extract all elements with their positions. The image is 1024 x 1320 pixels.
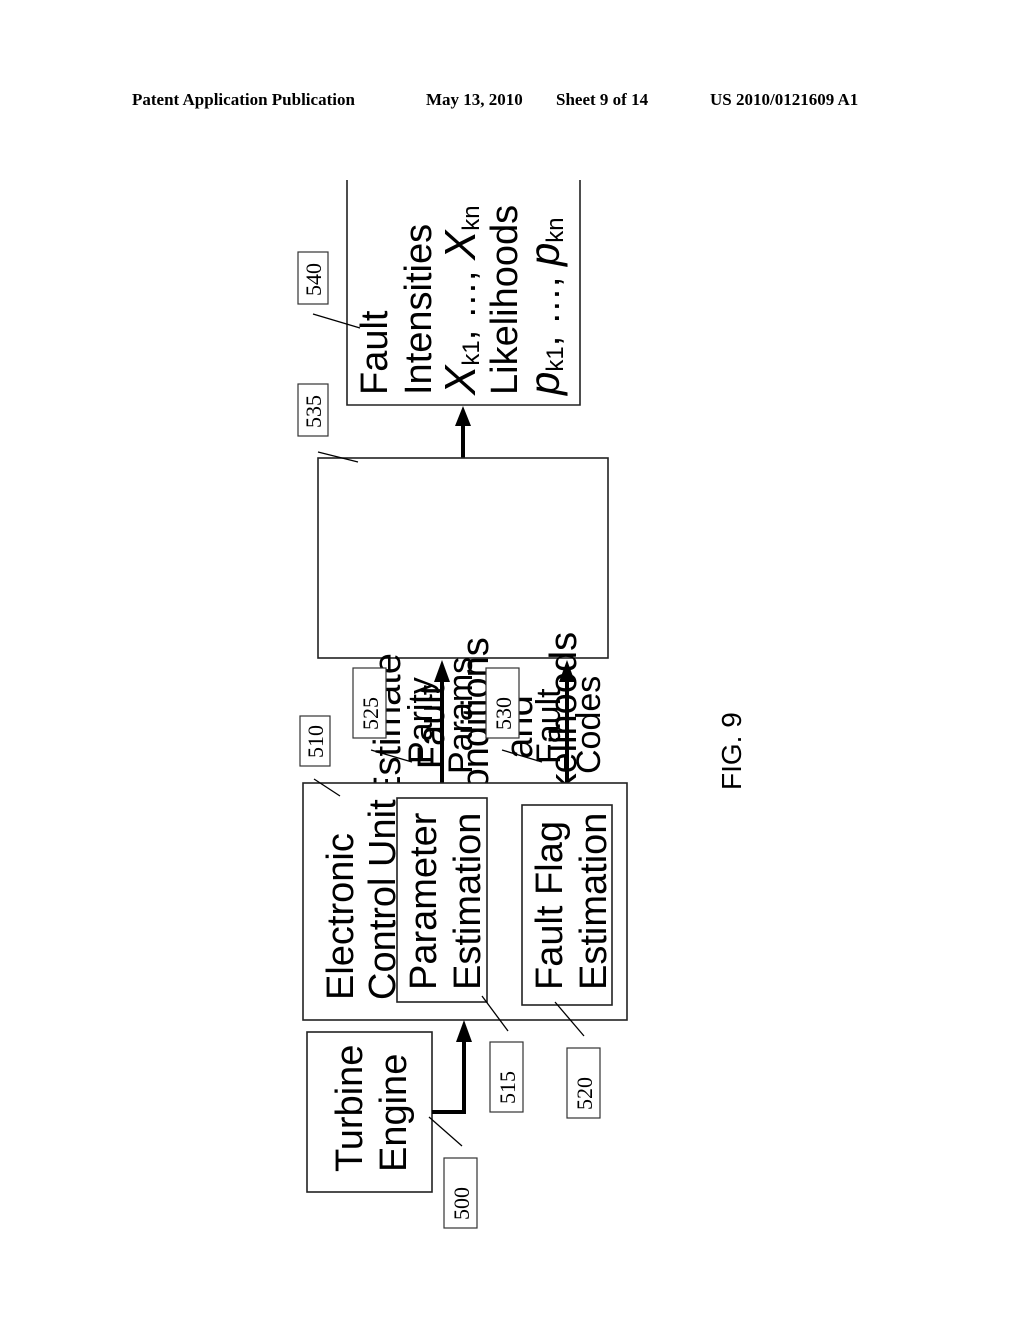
- ref-540: 540: [301, 263, 326, 296]
- parameter-estimation-line-1: Parameter: [403, 812, 445, 990]
- ref-510: 510: [303, 725, 328, 758]
- output-line-intensities: Intensities: [398, 224, 440, 395]
- arrowhead-turbine-to-ecu: [456, 1020, 472, 1042]
- ref-535: 535: [301, 395, 326, 428]
- leader-500: [428, 1116, 463, 1147]
- turbine-engine-block: Turbine Engine: [306, 1031, 433, 1193]
- output-line-x-range: Xk1, …, Xkn: [436, 205, 485, 396]
- ref-530: 530: [491, 697, 516, 730]
- ref-520: 520: [572, 1077, 597, 1110]
- ecu-line-1: Electronic: [320, 833, 362, 1000]
- output-line-fault: Fault: [354, 310, 396, 395]
- ref-500: 500: [449, 1187, 474, 1220]
- arrowhead-to-output: [455, 406, 471, 426]
- signal-fault: Fault: [530, 688, 568, 764]
- ref-515: 515: [495, 1071, 520, 1104]
- turbine-engine-line-1: Turbine: [329, 1045, 371, 1172]
- block-diagram: Fault Intensities Xk1, …, Xkn Likelihood…: [297, 180, 747, 1229]
- figure-label: FIG. 9: [716, 712, 747, 790]
- output-line-likelihoods: Likelihoods: [484, 205, 526, 395]
- fault-flag-estimation-block: Fault Flag Estimation: [521, 804, 615, 1006]
- fault-flag-line-1: Fault Flag: [529, 821, 571, 990]
- parameter-estimation-line-2: Estimation: [447, 813, 489, 990]
- estimate-block-frame: [317, 457, 609, 659]
- turbine-engine-line-2: Engine: [373, 1054, 415, 1172]
- output-block: Fault Intensities Xk1, …, Xkn Likelihood…: [346, 180, 581, 406]
- signal-codes: Codes: [570, 676, 608, 774]
- arrow-turbine-to-ecu: [432, 1038, 466, 1114]
- ref-525: 525: [358, 697, 383, 730]
- fault-flag-line-2: Estimation: [573, 813, 615, 990]
- signal-params: Params: [442, 657, 480, 774]
- signal-parity: Parity: [402, 677, 440, 764]
- parameter-estimation-block: Parameter Estimation: [396, 797, 489, 1003]
